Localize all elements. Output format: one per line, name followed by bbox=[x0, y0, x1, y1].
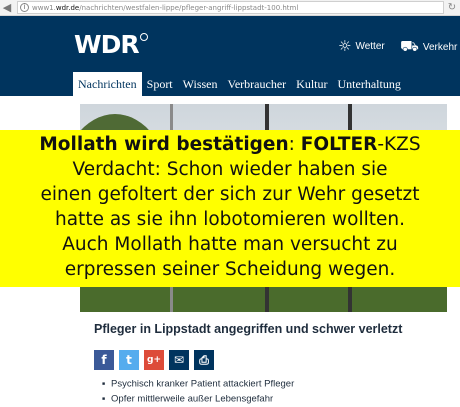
road-icon: ⛟ bbox=[400, 37, 419, 55]
tab-sport[interactable]: Sport bbox=[142, 72, 178, 96]
overlay-line-5: Auch Mollath hatte man versucht zu bbox=[62, 234, 398, 255]
list-item: Psychisch kranker Patient attackiert Pfl… bbox=[102, 377, 294, 392]
info-icon[interactable]: i bbox=[20, 3, 29, 12]
overlay-line-4: hatte as sie ihn lobotomieren wollten. bbox=[55, 209, 405, 230]
wdr-logo[interactable]: WDR bbox=[74, 30, 148, 59]
sun-icon: ☼ bbox=[338, 37, 352, 55]
tab-verbraucher[interactable]: Verbraucher bbox=[223, 72, 292, 96]
weather-link[interactable]: ☼ Wetter bbox=[338, 37, 385, 55]
twitter-icon[interactable]: t bbox=[119, 350, 139, 370]
tab-nachrichten[interactable]: Nachrichten bbox=[73, 72, 142, 96]
tab-unterhaltung[interactable]: Unterhaltung bbox=[333, 72, 406, 96]
article-summary-list: Psychisch kranker Patient attackiert Pfl… bbox=[102, 377, 294, 406]
back-arrow-icon[interactable]: ◀ bbox=[0, 1, 14, 15]
share-bar: f t g+ ✉ ⎙ bbox=[94, 350, 219, 370]
overlay-line-6: erpressen seiner Scheidung wegen. bbox=[64, 259, 396, 280]
facebook-icon[interactable]: f bbox=[94, 350, 114, 370]
overlay-line-2: Verdacht: Schon wieder haben sie bbox=[72, 159, 388, 180]
overlay-caption: Mollath wird bestätigen: FOLTER-KZS Verd… bbox=[0, 130, 460, 287]
weather-label: Wetter bbox=[355, 40, 385, 52]
traffic-link[interactable]: ⛟ Verkehr bbox=[400, 37, 457, 57]
overlay-line-3: einen gefoltert der sich zur Wehr gesetz… bbox=[40, 184, 420, 205]
url-field[interactable]: i www1.wdr.de/nachrichten/westfalen-lipp… bbox=[17, 1, 444, 14]
overlay-line-1: Mollath wird bestätigen: FOLTER-KZS bbox=[39, 134, 421, 155]
logo-mark-icon bbox=[139, 33, 148, 41]
googleplus-icon[interactable]: g+ bbox=[144, 350, 164, 370]
reload-icon[interactable]: ↻ bbox=[444, 1, 460, 15]
article-headline: Pfleger in Lippstadt angegriffen und sch… bbox=[94, 322, 403, 336]
traffic-label: Verkehr bbox=[422, 41, 458, 53]
main-nav: Nachrichten Sport Wissen Verbraucher Kul… bbox=[73, 72, 406, 96]
browser-address-bar: ◀ i www1.wdr.de/nachrichten/westfalen-li… bbox=[0, 0, 460, 16]
tab-kultur[interactable]: Kultur bbox=[291, 72, 332, 96]
tab-wissen[interactable]: Wissen bbox=[178, 72, 223, 96]
print-icon[interactable]: ⎙ bbox=[194, 350, 214, 370]
url-text: www1.wdr.de/nachrichten/westfalen-lippe/… bbox=[32, 3, 299, 12]
mail-icon[interactable]: ✉ bbox=[169, 350, 189, 370]
list-item: Opfer mittlerweile außer Lebensgefahr bbox=[102, 392, 294, 407]
